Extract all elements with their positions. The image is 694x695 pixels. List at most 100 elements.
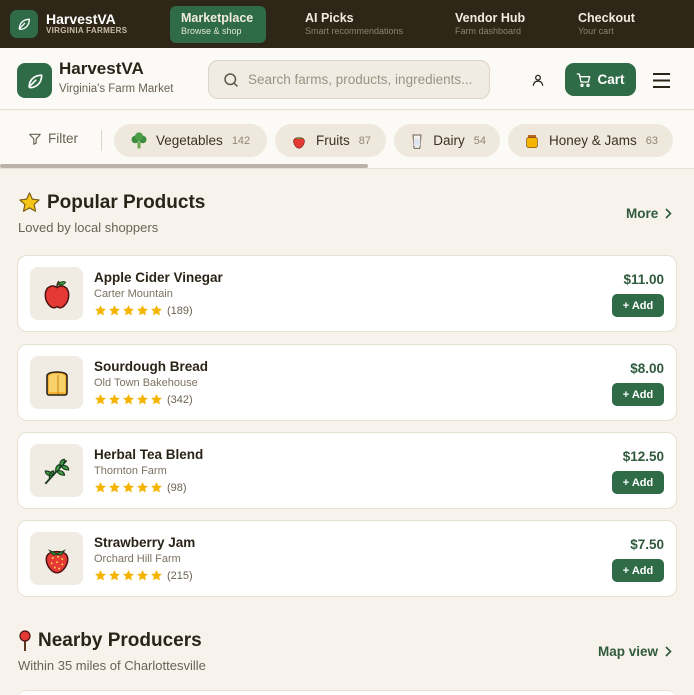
tab-title: Marketplace: [181, 11, 254, 25]
horizontal-scrollbar[interactable]: [0, 164, 368, 168]
chip-count: 142: [231, 134, 251, 147]
nearby-producers-heading: Nearby Producers: [18, 630, 202, 652]
product-card[interactable]: Herbal Tea Blend Thornton Farm (98) $12.…: [17, 432, 677, 509]
product-price: $12.50: [622, 449, 664, 464]
bread-icon: [30, 356, 83, 409]
main-tabs: Marketplace Browse & shop AI Picks Smart…: [168, 5, 667, 43]
chip-count: 63: [645, 134, 659, 147]
star-icon: [151, 394, 162, 405]
product-name[interactable]: Strawberry Jam: [94, 535, 195, 550]
broccoli-icon: [130, 131, 148, 150]
strawberry-icon: [290, 132, 308, 150]
cart-icon: [577, 72, 591, 87]
nearby-producers-subtitle: Within 35 miles of Charlottesville: [18, 658, 206, 673]
tab-title: AI Picks: [305, 11, 354, 25]
tab-vendor-hub[interactable]: Vendor Hub Farm dashboard: [444, 6, 564, 43]
chip-fruits[interactable]: Fruits 87: [275, 124, 386, 157]
pin-icon: [18, 630, 32, 652]
chevron-right-icon: [665, 646, 672, 657]
account-button[interactable]: [527, 69, 549, 91]
site-header: HarvestVA Virginia's Farm Market Cart: [0, 48, 694, 110]
brand-name: HarvestVA: [46, 11, 116, 27]
product-vendor[interactable]: Orchard Hill Farm: [94, 553, 181, 565]
strawberry-icon: [30, 532, 83, 585]
star-icon: [137, 394, 148, 405]
tab-title: Checkout: [578, 11, 635, 25]
star-icon: [137, 570, 148, 581]
filter-button[interactable]: Filter: [28, 131, 78, 146]
star-icon: [95, 482, 106, 493]
chip-dairy[interactable]: Dairy 54: [394, 124, 500, 157]
herb-icon: [30, 444, 83, 497]
leaf-logo-icon[interactable]: [17, 63, 52, 98]
product-vendor[interactable]: Carter Mountain: [94, 288, 173, 300]
tab-marketplace[interactable]: Marketplace Browse & shop: [170, 5, 266, 43]
producer-card[interactable]: [17, 690, 677, 695]
star-icon: [137, 482, 148, 493]
product-vendor[interactable]: Old Town Bakehouse: [94, 377, 198, 389]
brand[interactable]: HarvestVA VIRGINIA FARMERS: [10, 10, 168, 38]
user-icon: [532, 74, 544, 86]
star-icon: [95, 394, 106, 405]
section-title: Popular Products: [47, 191, 206, 213]
chip-honey-jams[interactable]: Honey & Jams 63: [508, 124, 673, 157]
star-icon: [109, 482, 120, 493]
star-icon: [123, 570, 134, 581]
product-name[interactable]: Sourdough Bread: [94, 359, 208, 374]
site-title[interactable]: HarvestVA: [59, 59, 144, 79]
rating: (98): [94, 481, 187, 494]
product-card[interactable]: Apple Cider Vinegar Carter Mountain (189…: [17, 255, 677, 332]
star-icon: [109, 394, 120, 405]
tab-ai-picks[interactable]: AI Picks Smart recommendations: [294, 6, 424, 43]
star-icon: [109, 570, 120, 581]
product-vendor[interactable]: Thornton Farm: [94, 465, 167, 477]
search-bar[interactable]: [208, 60, 490, 99]
hamburger-menu-icon: [652, 72, 670, 88]
chip-label: Honey & Jams: [549, 133, 637, 148]
chip-label: Dairy: [433, 133, 465, 148]
milk-icon: [409, 132, 425, 150]
product-price: $11.00: [623, 272, 664, 287]
menu-button[interactable]: [650, 69, 672, 91]
cart-button[interactable]: Cart: [565, 63, 636, 96]
add-to-cart-button[interactable]: + Add: [612, 559, 664, 582]
top-navigation-bar: HarvestVA VIRGINIA FARMERS Marketplace B…: [0, 0, 694, 48]
link-label: More: [626, 206, 659, 221]
star-icon: [151, 305, 162, 316]
product-card[interactable]: Strawberry Jam Orchard Hill Farm (215) $…: [17, 520, 677, 597]
rating: (215): [94, 569, 193, 582]
search-input[interactable]: [248, 72, 488, 87]
map-view-link[interactable]: Map view: [598, 644, 672, 659]
leaf-logo-icon: [10, 10, 38, 38]
tab-checkout[interactable]: Checkout Your cart: [567, 6, 667, 43]
filter-label: Filter: [48, 131, 78, 146]
product-name[interactable]: Herbal Tea Blend: [94, 447, 203, 462]
divider: [101, 130, 102, 151]
chip-vegetables[interactable]: Vegetables 142: [114, 124, 267, 157]
rating: (342): [94, 393, 193, 406]
apple-icon: [30, 267, 83, 320]
honey-pot-icon: [523, 132, 541, 150]
add-to-cart-button[interactable]: + Add: [612, 383, 664, 406]
rating: (189): [94, 304, 193, 317]
tab-subtitle: Farm dashboard: [455, 26, 522, 36]
search-icon: [224, 72, 238, 87]
product-name[interactable]: Apple Cider Vinegar: [94, 270, 223, 285]
tab-subtitle: Browse & shop: [181, 26, 242, 36]
add-to-cart-button[interactable]: + Add: [612, 294, 664, 317]
chevron-right-icon: [665, 208, 672, 219]
star-icon: [18, 191, 41, 214]
link-label: Map view: [598, 644, 659, 659]
more-link[interactable]: More: [626, 206, 672, 221]
star-icon: [95, 305, 106, 316]
product-card[interactable]: Sourdough Bread Old Town Bakehouse (342)…: [17, 344, 677, 421]
add-to-cart-button[interactable]: + Add: [612, 471, 664, 494]
chip-label: Fruits: [316, 133, 350, 148]
star-icon: [95, 570, 106, 581]
tab-subtitle: Your cart: [578, 26, 614, 36]
section-title: Nearby Producers: [38, 630, 202, 651]
star-icon: [123, 305, 134, 316]
star-icon: [151, 570, 162, 581]
product-price: $7.50: [630, 537, 664, 552]
chip-count: 54: [473, 134, 486, 147]
